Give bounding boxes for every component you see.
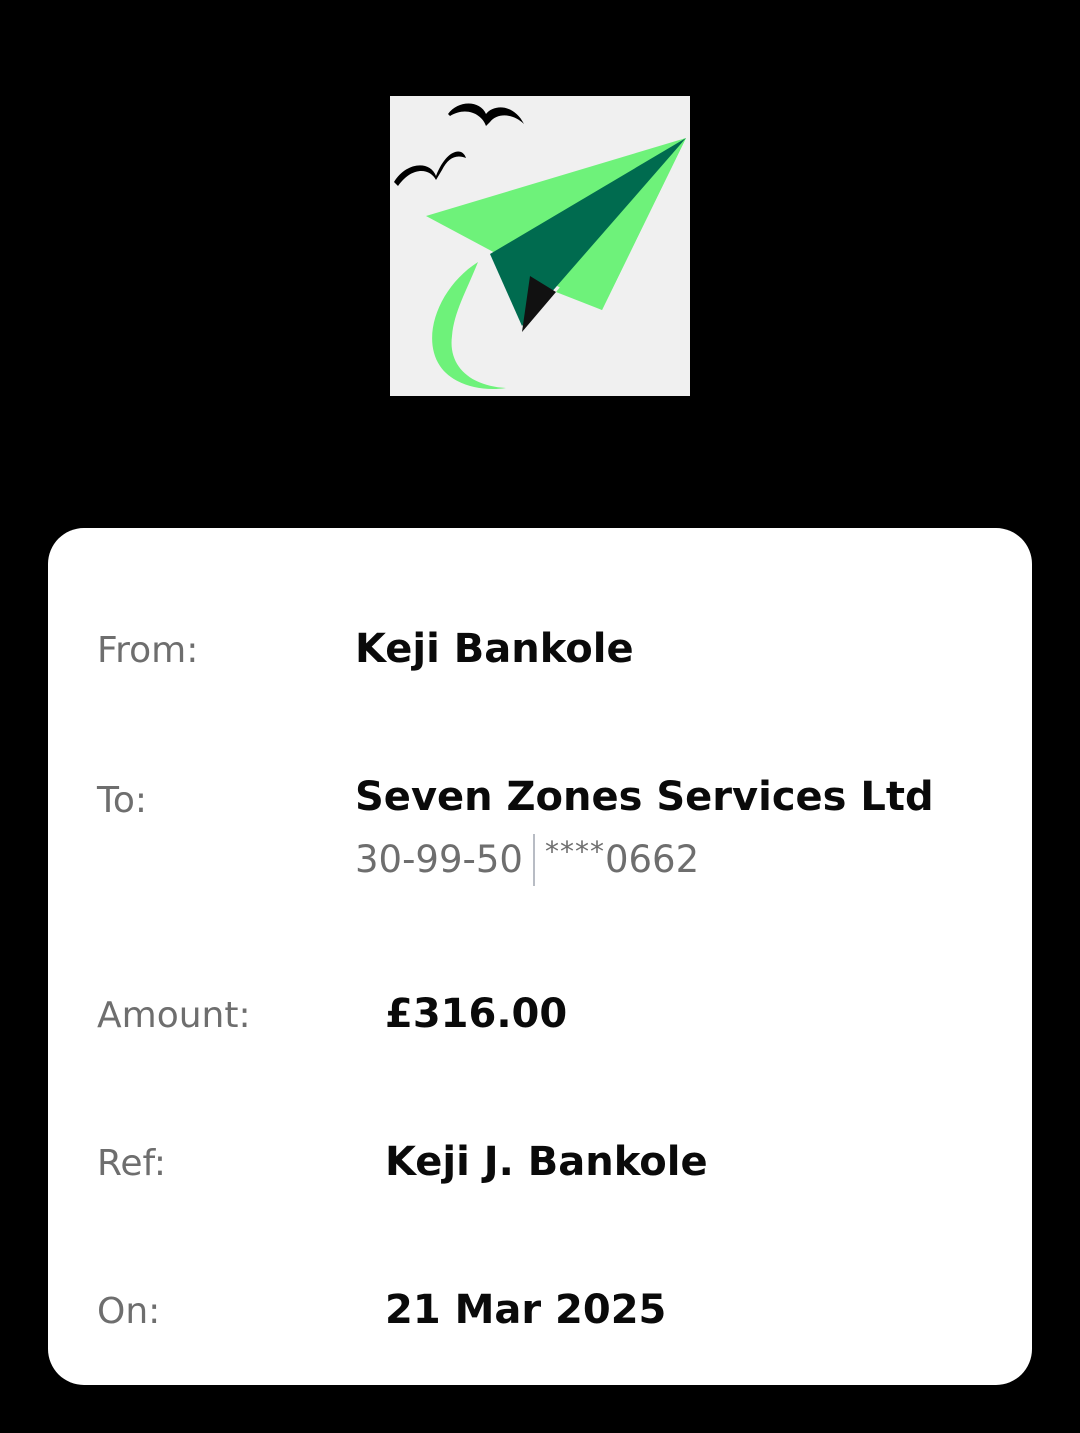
from-value: Keji Bankole (355, 626, 634, 672)
account-last4: 0662 (604, 838, 700, 881)
ref-value: Keji J. Bankole (385, 1139, 708, 1185)
account-details: 30-99-50 **** 0662 (355, 834, 699, 886)
to-value: Seven Zones Services Ltd (355, 774, 934, 820)
bird-icon (448, 103, 524, 126)
to-label: To: (97, 780, 148, 821)
amount-label: Amount: (97, 995, 251, 1036)
paper-plane-icon (394, 103, 686, 390)
paper-plane-logo (390, 96, 690, 396)
account-mask: **** (544, 835, 605, 868)
on-label: On: (97, 1291, 161, 1332)
bird-icon (394, 151, 466, 186)
amount-value: £316.00 (385, 991, 568, 1037)
from-label: From: (97, 630, 199, 671)
trail-icon (432, 262, 506, 390)
sort-code: 30-99-50 (355, 838, 523, 881)
date-value: 21 Mar 2025 (385, 1287, 667, 1333)
account-divider (532, 834, 535, 886)
ref-label: Ref: (97, 1143, 167, 1184)
transfer-receipt-card: From: Keji Bankole To: Seven Zones Servi… (48, 528, 1032, 1385)
